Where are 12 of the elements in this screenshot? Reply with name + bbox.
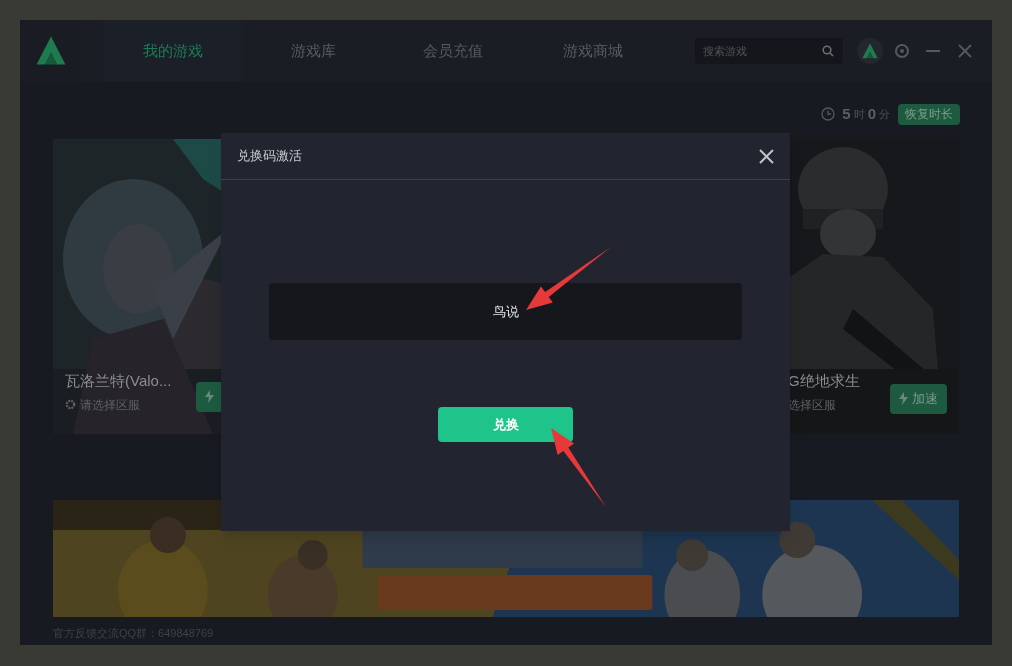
- code-field[interactable]: 鸟说: [269, 283, 742, 340]
- game-title: 瓦洛兰特(Valo...: [65, 371, 173, 391]
- redeem-button[interactable]: 兑换: [438, 407, 573, 442]
- restore-time-button[interactable]: 恢复时长: [898, 103, 960, 125]
- server-label: 选择区服: [788, 396, 836, 414]
- server-label: 请选择区服: [80, 396, 140, 414]
- nav-tab[interactable]: 会员充值: [383, 20, 523, 82]
- nav-tab[interactable]: 游戏库: [243, 20, 383, 82]
- minutes-value: 0: [867, 104, 876, 124]
- nav-tab[interactable]: 游戏商城: [523, 20, 663, 82]
- hours-value: 5: [842, 104, 851, 124]
- boost-button[interactable]: 加速: [890, 383, 947, 414]
